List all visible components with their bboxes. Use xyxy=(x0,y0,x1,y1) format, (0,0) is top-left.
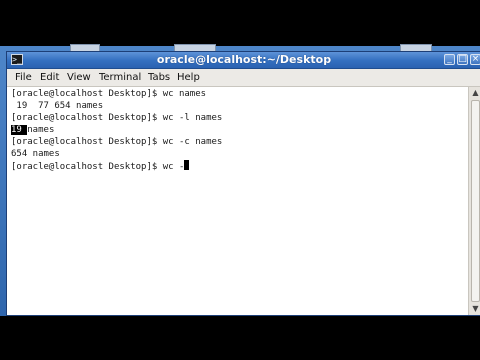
terminal-line-text: names xyxy=(27,125,55,135)
menu-file[interactable]: File xyxy=(15,71,32,84)
vertical-scrollbar[interactable]: ▲ ▼ xyxy=(468,87,480,315)
terminal-line: 19 77 654 names xyxy=(11,101,104,111)
terminal-input-text: [oracle@localhost Desktop]$ wc - xyxy=(11,162,185,172)
letterbox-bottom xyxy=(0,316,480,360)
terminal-line: 19 names xyxy=(11,124,54,136)
terminal-line: [oracle@localhost Desktop]$ wc -l names xyxy=(11,113,223,123)
window-title: oracle@localhost:~/Desktop xyxy=(156,53,332,66)
maximize-button[interactable]: □ xyxy=(457,54,468,65)
selected-text[interactable]: 19 xyxy=(11,125,22,135)
terminal-window: >_ oracle@localhost:~/Desktop _ □ × File… xyxy=(6,51,480,316)
terminal-line: 654 names xyxy=(11,149,60,159)
terminal-line: [oracle@localhost Desktop]$ wc names xyxy=(11,89,207,99)
menu-terminal[interactable]: Terminal xyxy=(99,71,141,84)
menu-view[interactable]: View xyxy=(67,71,91,84)
terminal-output[interactable]: [oracle@localhost Desktop]$ wc names 19 … xyxy=(7,87,467,315)
menu-bar: File Edit View Terminal Tabs Help xyxy=(7,69,480,87)
menu-tabs[interactable]: Tabs xyxy=(148,71,170,84)
scroll-down-arrow-icon[interactable]: ▼ xyxy=(470,304,480,314)
terminal-line: [oracle@localhost Desktop]$ wc -c names xyxy=(11,137,223,147)
terminal-prompt-line[interactable]: [oracle@localhost Desktop]$ wc - xyxy=(11,160,190,173)
menu-edit[interactable]: Edit xyxy=(40,71,59,84)
minimize-button[interactable]: _ xyxy=(444,54,455,65)
text-cursor xyxy=(184,160,190,170)
scroll-up-arrow-icon[interactable]: ▲ xyxy=(470,88,480,98)
menu-help[interactable]: Help xyxy=(177,71,200,84)
title-bar[interactable]: >_ oracle@localhost:~/Desktop _ □ × xyxy=(7,52,480,69)
close-button[interactable]: × xyxy=(470,54,480,65)
letterbox-top xyxy=(0,0,480,46)
scrollbar-thumb[interactable] xyxy=(471,100,480,302)
